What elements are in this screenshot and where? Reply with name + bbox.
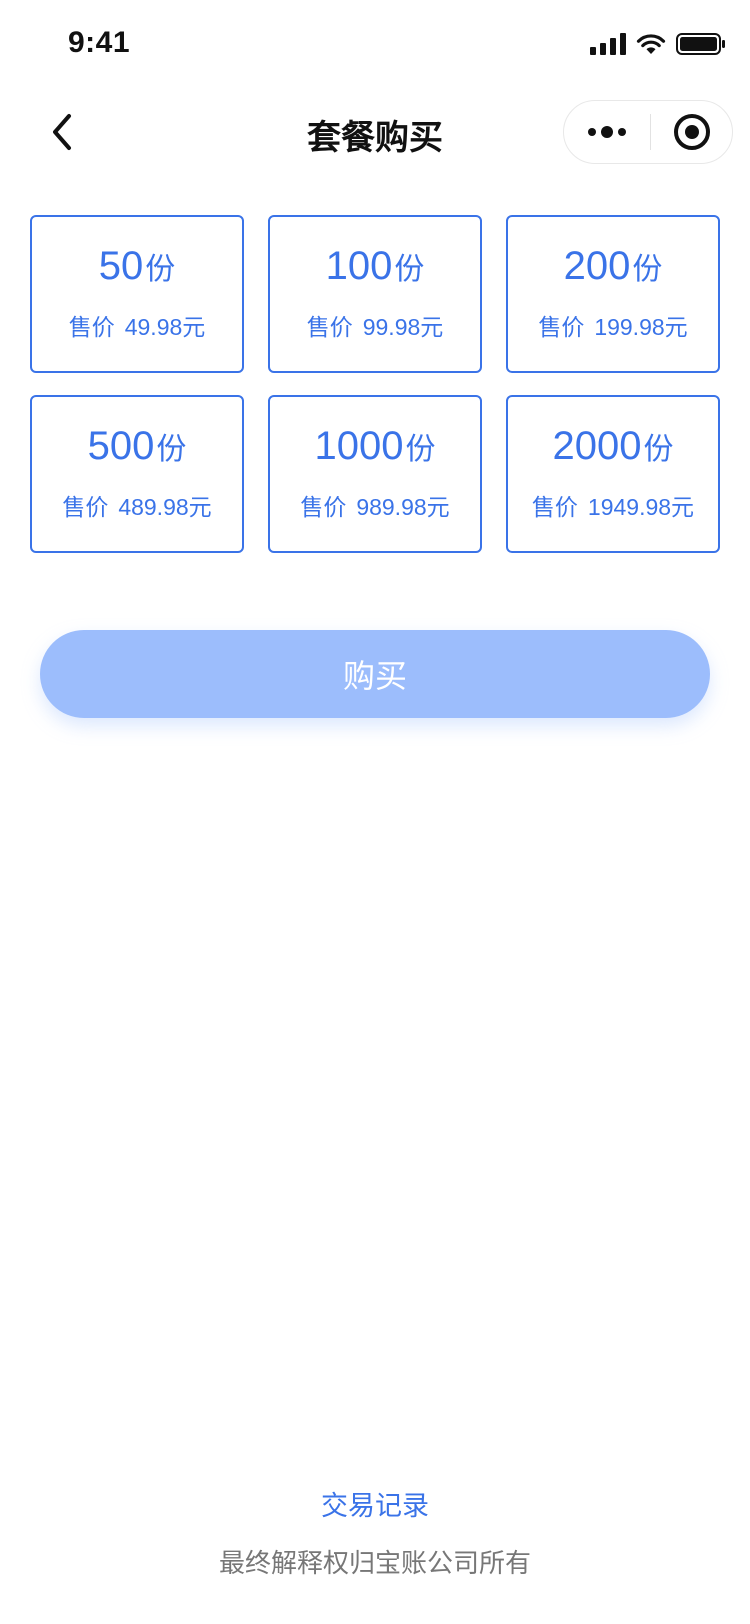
more-dots-icon bbox=[588, 126, 626, 138]
copyright-notice: 最终解释权归宝账公司所有 bbox=[218, 1548, 531, 1578]
wifi-icon bbox=[636, 33, 666, 55]
package-price: 售价 99.98元 bbox=[306, 314, 444, 340]
package-option[interactable]: 1000 份 售价 989.98元 bbox=[268, 395, 482, 553]
buy-button[interactable]: 购买 bbox=[40, 630, 710, 718]
package-price: 售价 1949.98元 bbox=[531, 494, 695, 520]
package-quantity: 200 份 bbox=[563, 244, 663, 288]
mini-program-capsule bbox=[563, 100, 733, 164]
package-option[interactable]: 200 份 售价 199.98元 bbox=[506, 215, 720, 373]
battery-icon bbox=[676, 32, 726, 56]
navigation-bar: 套餐购买 bbox=[0, 88, 750, 176]
package-option[interactable]: 2000 份 售价 1949.98元 bbox=[506, 395, 720, 553]
target-icon bbox=[673, 114, 710, 150]
status-time: 9:41 bbox=[68, 26, 131, 59]
package-option[interactable]: 100 份 售价 99.98元 bbox=[268, 215, 482, 373]
package-grid: 50 份 售价 49.98元 100 份 售价 99.98元 200 份 售价 199.98… bbox=[30, 215, 720, 553]
package-purchase-page: 9:41 套餐购买 50 份 售价 49.98元 100 份 售价 99.98元… bbox=[0, 0, 750, 1624]
close-mini-program-button[interactable] bbox=[651, 100, 732, 164]
package-quantity: 100 份 bbox=[325, 244, 425, 288]
cellular-signal-icon bbox=[590, 33, 626, 55]
package-price: 售价 489.98元 bbox=[62, 494, 212, 520]
transaction-records-link[interactable]: 交易记录 bbox=[0, 1484, 750, 1523]
package-price: 售价 199.98元 bbox=[538, 314, 688, 340]
package-option[interactable]: 500 份 售价 489.98元 bbox=[30, 395, 244, 553]
package-price: 售价 49.98元 bbox=[68, 314, 206, 340]
status-bar: 9:41 bbox=[0, 0, 750, 88]
package-price: 售价 989.98元 bbox=[300, 494, 450, 520]
status-icons bbox=[590, 32, 726, 56]
package-option[interactable]: 50 份 售价 49.98元 bbox=[30, 215, 244, 373]
more-button[interactable] bbox=[564, 100, 650, 164]
package-quantity: 2000 份 bbox=[552, 424, 674, 468]
package-quantity: 1000 份 bbox=[314, 424, 436, 468]
package-quantity: 50 份 bbox=[98, 244, 176, 288]
package-quantity: 500 份 bbox=[87, 424, 187, 468]
